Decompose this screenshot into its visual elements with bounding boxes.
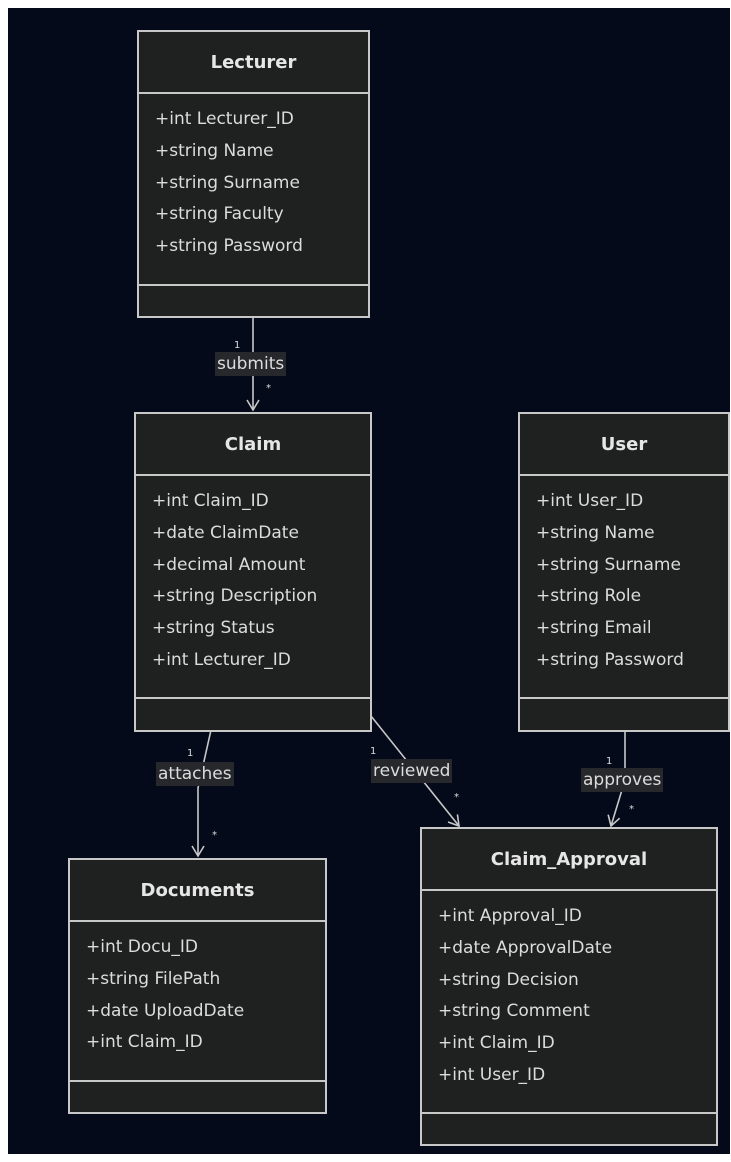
class-documents-methods [70, 1082, 325, 1112]
submits-to-multiplicity: * [266, 383, 271, 394]
class-claim[interactable]: Claim +int Claim_ID +date ClaimDate +dec… [134, 412, 372, 732]
class-lecturer-methods [139, 286, 368, 316]
class-claim-attributes: +int Claim_ID +date ClaimDate +decimal A… [136, 476, 370, 699]
class-documents-attributes: +int Docu_ID +string FilePath +date Uplo… [70, 922, 325, 1082]
attribute: +int Approval_ID [438, 906, 582, 926]
class-documents-title: Documents [70, 860, 325, 922]
attribute: +int Claim_ID [438, 1033, 555, 1054]
class-claim-methods [136, 699, 370, 729]
attribute: +string Password [536, 649, 684, 670]
class-user-methods [520, 699, 728, 729]
class-user-title: User [520, 414, 728, 476]
attribute: +int User_ID [438, 1064, 546, 1085]
attribute: +string Status [152, 618, 275, 639]
class-user-attributes: +int User_ID +string Name +string Surnam… [520, 476, 728, 699]
submits-from-multiplicity: 1 [234, 340, 241, 351]
attribute: +string Name [536, 522, 655, 543]
attribute: +date UploadDate [86, 1000, 245, 1021]
class-claim-approval[interactable]: Claim_Approval +int Approval_ID +date Ap… [420, 827, 718, 1146]
class-claim-title: Claim [136, 414, 370, 476]
attribute: +int Claim_ID [152, 491, 269, 511]
reviewed-label: reviewed [371, 759, 453, 783]
reviewed-to-multiplicity: * [454, 792, 459, 803]
attribute: +string Email [536, 618, 652, 639]
attribute: +decimal Amount [152, 554, 306, 575]
attaches-label: attaches [156, 762, 234, 786]
attribute: +date ApprovalDate [438, 937, 613, 958]
attribute: +string Password [155, 236, 303, 257]
attaches-line [191, 729, 212, 858]
attribute: +string Surname [155, 172, 300, 193]
approves-to-multiplicity: * [629, 804, 634, 815]
attribute: +string Faculty [155, 204, 284, 225]
class-claim-approval-methods [422, 1114, 716, 1144]
attribute: +int Claim_ID [86, 1032, 203, 1053]
class-lecturer[interactable]: Lecturer +int Lecturer_ID +string Name +… [137, 30, 370, 318]
attribute: +int Docu_ID [86, 937, 199, 957]
diagram-canvas: Lecturer +int Lecturer_ID +string Name +… [8, 8, 730, 1154]
attribute: +int Lecturer_ID [155, 109, 294, 129]
approves-from-multiplicity: 1 [606, 756, 613, 767]
attribute: +date ClaimDate [152, 522, 299, 543]
attribute: +int Lecturer_ID [152, 649, 291, 670]
class-user[interactable]: User +int User_ID +string Name +string S… [518, 412, 730, 732]
class-documents[interactable]: Documents +int Docu_ID +string FilePath … [68, 858, 327, 1114]
attribute: +string FilePath [86, 968, 221, 989]
attribute: +string Surname [536, 554, 681, 575]
attribute: +string Name [155, 140, 274, 161]
reviewed-from-multiplicity: 1 [370, 746, 377, 757]
class-claim-approval-attributes: +int Approval_ID +date ApprovalDate +str… [422, 891, 716, 1114]
class-lecturer-title: Lecturer [139, 32, 368, 94]
attribute: +int User_ID [536, 491, 644, 511]
class-lecturer-attributes: +int Lecturer_ID +string Name +string Su… [139, 94, 368, 286]
attribute: +string Description [152, 586, 318, 607]
submits-label: submits [215, 352, 287, 376]
approves-label: approves [581, 768, 664, 792]
attribute: +string Role [536, 586, 642, 607]
attribute: +string Decision [438, 969, 579, 990]
attribute: +string Comment [438, 1001, 590, 1022]
attaches-to-multiplicity: * [212, 830, 217, 841]
class-claim-approval-title: Claim_Approval [422, 829, 716, 891]
attaches-from-multiplicity: 1 [187, 748, 194, 759]
